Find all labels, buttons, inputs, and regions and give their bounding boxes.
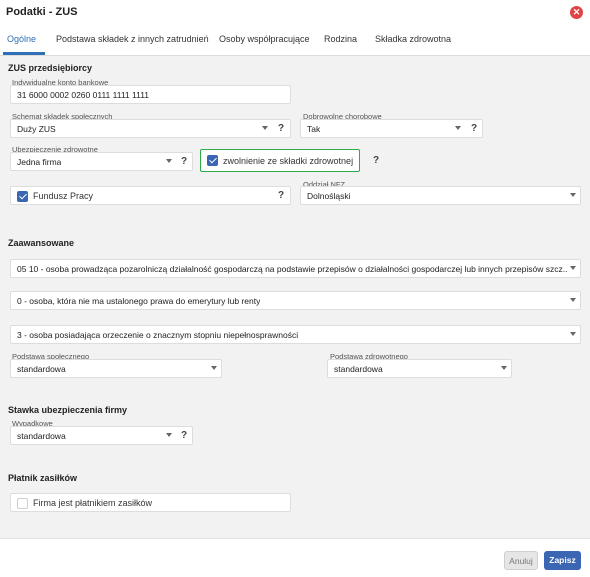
accident-select[interactable]: standardowa ? <box>10 426 193 445</box>
dialog-footer: Anuluj Zapisz <box>0 538 590 577</box>
health-insurance-select[interactable]: Jedna firma ? <box>10 152 193 171</box>
payer-checkbox[interactable] <box>17 498 28 509</box>
insurance-code-select[interactable]: 05 10 - osoba prowadząca pozarolniczą dz… <box>10 259 581 278</box>
active-tab-indicator <box>3 52 45 55</box>
help-icon[interactable]: ? <box>181 156 187 167</box>
social-base-select[interactable]: standardowa <box>10 359 222 378</box>
cancel-button[interactable]: Anuluj <box>504 551 538 570</box>
payer-label: Firma jest płatnikiem zasiłków <box>33 498 153 508</box>
dialog-title: Podatki - ZUS <box>6 6 78 18</box>
labor-fund-checkbox[interactable] <box>17 191 28 202</box>
pension-right-value: 0 - osoba, która nie ma ustalonego prawa… <box>17 296 261 306</box>
tab-family[interactable]: Rodzina <box>324 34 357 44</box>
chevron-down-icon <box>211 366 217 370</box>
tab-bar: Ogólne Podstawa składek z innych zatrudn… <box>0 26 590 56</box>
labor-fund-checkbox-field[interactable]: Fundusz Pracy ? <box>10 186 291 205</box>
health-insurance-value: Jedna firma <box>17 157 62 167</box>
section-title-advanced: Zaawansowane <box>8 238 75 248</box>
save-button[interactable]: Zapisz <box>544 551 581 570</box>
chevron-down-icon <box>570 193 576 197</box>
bank-account-input[interactable]: 31 6000 0002 0260 0111 1111 1111 <box>10 85 291 104</box>
tab-health-contribution[interactable]: Składka zdrowotna <box>375 34 451 44</box>
health-exemption-checkbox-field[interactable]: zwolnienie ze składki zdrowotnej ? <box>200 149 379 172</box>
help-icon[interactable]: ? <box>373 155 379 166</box>
accident-value: standardowa <box>17 431 66 441</box>
chevron-down-icon <box>166 433 172 437</box>
dialog-titlebar: Podatki - ZUS ✕ <box>0 0 590 26</box>
section-title-company-rate: Stawka ubezpieczenia firmy <box>8 405 128 415</box>
chevron-down-icon <box>455 126 461 130</box>
social-base-value: standardowa <box>17 364 66 374</box>
social-scheme-select[interactable]: Duży ZUS ? <box>10 119 291 138</box>
disability-degree-value: 3 - osoba posiadająca orzeczenie o znacz… <box>17 330 299 340</box>
tab-other-employment-base[interactable]: Podstawa składek z innych zatrudnień <box>56 34 209 44</box>
labor-fund-label: Fundusz Pracy <box>33 191 94 201</box>
tab-general[interactable]: Ogólne <box>7 34 36 44</box>
help-icon[interactable]: ? <box>278 190 284 201</box>
chevron-down-icon <box>570 298 576 302</box>
chevron-down-icon <box>570 266 576 270</box>
help-icon[interactable]: ? <box>471 123 477 134</box>
voluntary-sickness-select[interactable]: Tak ? <box>300 119 483 138</box>
nfz-branch-select[interactable]: Dolnośląski <box>300 186 581 205</box>
section-title-payer: Płatnik zasiłków <box>8 473 78 483</box>
pension-right-select[interactable]: 0 - osoba, która nie ma ustalonego prawa… <box>10 291 581 310</box>
chevron-down-icon <box>501 366 507 370</box>
social-scheme-value: Duży ZUS <box>17 124 56 134</box>
chevron-down-icon <box>570 332 576 336</box>
health-exemption-checkbox[interactable] <box>207 155 218 166</box>
bank-account-value: 31 6000 0002 0260 0111 1111 1111 <box>17 90 150 100</box>
chevron-down-icon <box>262 126 268 130</box>
disability-degree-select[interactable]: 3 - osoba posiadająca orzeczenie o znacz… <box>10 325 581 344</box>
chevron-down-icon <box>166 159 172 163</box>
health-exemption-label: zwolnienie ze składki zdrowotnej <box>223 156 354 166</box>
health-base-value: standardowa <box>334 364 383 374</box>
section-title-zus: ZUS przedsiębiorcy <box>8 63 93 73</box>
insurance-code-value: 05 10 - osoba prowadząca pozarolniczą dz… <box>17 264 567 274</box>
voluntary-sickness-value: Tak <box>307 124 321 134</box>
close-icon[interactable]: ✕ <box>570 6 583 19</box>
health-base-select[interactable]: standardowa <box>327 359 512 378</box>
help-icon[interactable]: ? <box>278 123 284 134</box>
tab-collaborators[interactable]: Osoby współpracujące <box>219 34 310 44</box>
nfz-branch-value: Dolnośląski <box>307 191 351 201</box>
payer-checkbox-field[interactable]: Firma jest płatnikiem zasiłków <box>10 493 291 512</box>
help-icon[interactable]: ? <box>181 430 187 441</box>
